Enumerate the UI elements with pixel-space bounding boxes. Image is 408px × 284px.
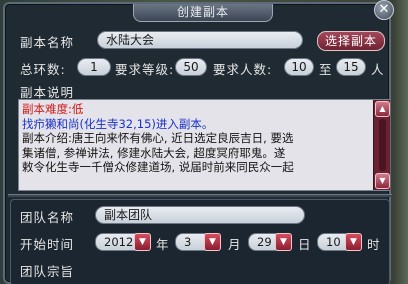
team-name-field[interactable]: 副本团队 (95, 206, 305, 224)
description-scrollbar[interactable]: ▲ ▼ (373, 100, 390, 190)
chevron-down-icon[interactable]: ▼ (345, 233, 362, 251)
intro-line-2: 集诸僧, 参禅讲法, 修建水陆大会, 超度冥府耶鬼。遂 (22, 145, 286, 160)
total-rings-label: 总环数: (20, 62, 66, 77)
team-name-label: 团队名称 (20, 210, 75, 225)
year-dropdown[interactable]: 2012 ▼ (95, 233, 151, 251)
hour-dropdown[interactable]: 10 ▼ (317, 233, 362, 251)
triangle-down-icon[interactable]: ▼ (375, 173, 390, 189)
background-strip (394, 0, 408, 284)
month-dropdown[interactable]: 3 ▼ (175, 233, 221, 251)
people-min-field[interactable]: 10 (284, 58, 314, 76)
npc-link-line[interactable]: 找疖獭和尚(化生寺32,15)进入副本。 (22, 117, 370, 132)
instance-name-field[interactable]: 水陆大会 (97, 31, 303, 49)
day-dropdown[interactable]: 29 ▼ (248, 233, 292, 251)
window-title: 创建副本 (133, 4, 273, 22)
triangle-up-icon[interactable]: ▲ (375, 101, 390, 117)
day-unit-label: 日 (298, 237, 312, 252)
people-to-label: 至 (319, 62, 333, 77)
total-rings-field[interactable]: 1 (77, 58, 111, 76)
scrollbar-track[interactable] (379, 119, 386, 171)
hour-value: 10 (326, 235, 341, 249)
difficulty-line: 副本难度:低 (22, 102, 84, 116)
select-instance-button[interactable]: 选择副本 (317, 31, 385, 51)
chevron-down-icon[interactable]: ▼ (275, 233, 292, 251)
chevron-down-icon[interactable]: ▼ (204, 233, 221, 251)
description-text: 副本难度:低 找疖獭和尚(化生寺32,15)进入副本。 副本介绍:唐王向来怀有佛… (22, 102, 370, 175)
year-unit-label: 年 (156, 237, 170, 252)
intro-line-1: 副本介绍:唐王向来怀有佛心, 近日选定良辰吉日, 要选 (22, 131, 294, 145)
start-time-label: 开始时间 (20, 237, 75, 252)
intro-line-3: 敕令化生寺一千僧众修建道场, 说届时前来同民众一起 (22, 160, 294, 174)
year-value: 2012 (104, 235, 134, 249)
month-unit-label: 月 (228, 237, 242, 252)
people-unit-label: 人 (371, 62, 385, 77)
people-max-field[interactable]: 15 (336, 58, 366, 76)
create-instance-window: 创建副本 副本名称 水陆大会 选择副本 总环数: 1 要求等级: 50 要求人数… (3, 2, 392, 284)
required-people-label: 要求人数: (213, 62, 273, 77)
hour-unit-label: 时 (367, 237, 381, 252)
close-icon[interactable]: ✕ (374, 0, 394, 20)
instance-name-label: 副本名称 (20, 35, 75, 50)
chevron-down-icon[interactable]: ▼ (134, 233, 151, 251)
team-purpose-label: 团队宗旨 (20, 264, 75, 279)
month-value: 3 (184, 235, 192, 249)
description-box: 副本难度:低 找疖獭和尚(化生寺32,15)进入副本。 副本介绍:唐王向来怀有佛… (18, 99, 390, 191)
day-value: 29 (257, 235, 272, 249)
required-level-label: 要求等级: (115, 62, 175, 77)
section-divider (8, 194, 392, 197)
required-level-field[interactable]: 50 (175, 58, 207, 76)
